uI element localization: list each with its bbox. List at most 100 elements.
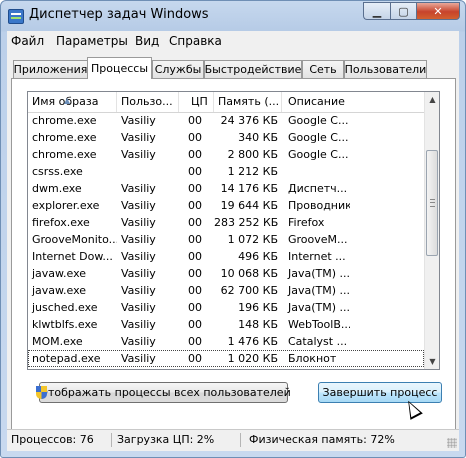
column-header-description[interactable]: Описание <box>282 92 424 112</box>
close-button[interactable]: ✕ <box>416 2 460 20</box>
status-separator <box>111 433 112 447</box>
tab-network[interactable]: Сеть <box>302 60 344 78</box>
cell-description: Catalyst ... <box>288 335 348 348</box>
column-header-memory[interactable]: Память (... <box>214 92 282 112</box>
scrollbar-thumb[interactable] <box>426 150 438 256</box>
cell-image-name: javaw.exe <box>32 267 87 280</box>
scroll-up-button[interactable]: ▲ <box>425 92 439 107</box>
table-row[interactable]: firefox.exe Vasiliy 00 283 252 КБ Firefox <box>28 214 424 231</box>
column-header-name[interactable]: ▲ Имя образа <box>28 92 117 112</box>
cell-memory: 283 252 КБ <box>214 216 279 229</box>
tab-strip: Приложения Процессы Службы Быстродействи… <box>7 57 459 79</box>
minimize-button[interactable]: ▁ <box>363 2 390 20</box>
cell-description: Google C... <box>288 131 349 144</box>
table-row[interactable]: csrss.exe 00 1 212 КБ <box>28 163 424 180</box>
cell-user: Vasiliy <box>121 233 156 246</box>
cell-memory: 196 КБ <box>238 301 278 314</box>
cell-memory: 1 212 КБ <box>227 165 278 178</box>
table-row[interactable]: javaw.exe Vasiliy 00 10 068 КБ Java(TM) ... <box>28 265 424 282</box>
tab-users[interactable]: Пользователи <box>344 60 427 78</box>
table-row[interactable]: explorer.exe Vasiliy 00 19 644 КБ Проводник <box>28 197 424 214</box>
cell-image-name: MOM.exe <box>32 335 83 348</box>
tab-services[interactable]: Службы <box>152 60 204 78</box>
cell-cpu: 00 <box>188 182 202 195</box>
maximize-icon: ▢ <box>398 4 409 18</box>
cell-image-name: csrss.exe <box>32 165 83 178</box>
cell-description: Google C... <box>288 114 349 127</box>
title-bar[interactable]: Диспетчер задач Windows ▁ ▢ ✕ <box>1 1 465 31</box>
process-list[interactable]: ▲ Имя образа Пользо... ЦП Память (... Оп… <box>27 91 440 370</box>
cell-user: Vasiliy <box>121 318 156 331</box>
cell-description: GrooveM... <box>288 233 348 246</box>
table-row[interactable]: chrome.exe Vasiliy 00 24 376 КБ Google C... <box>28 112 424 129</box>
cell-description: Firefox <box>288 216 325 229</box>
menu-bar: Файл Параметры Вид Справка <box>7 31 459 51</box>
task-manager-window: Диспетчер задач Windows ▁ ▢ ✕ Файл Парам… <box>0 0 466 458</box>
table-row[interactable]: klwtblfs.exe Vasiliy 00 148 КБ WebToolB... <box>28 316 424 333</box>
maximize-button[interactable]: ▢ <box>390 2 416 20</box>
cell-memory: 1 020 КБ <box>227 352 278 365</box>
processes-panel: ▲ Имя образа Пользо... ЦП Память (... Оп… <box>11 78 456 438</box>
cell-cpu: 00 <box>188 165 202 178</box>
vertical-scrollbar[interactable]: ▲ ▼ <box>424 92 439 369</box>
grip-icon <box>430 199 435 207</box>
status-bar: Процессов: 76 Загрузка ЦП: 2% Физическая… <box>7 429 459 450</box>
sort-ascending-icon: ▲ <box>64 96 71 105</box>
resize-grip-icon[interactable] <box>447 438 457 448</box>
cell-cpu: 00 <box>188 216 202 229</box>
cell-user: Vasiliy <box>121 250 156 263</box>
scroll-down-button[interactable]: ▼ <box>425 354 439 369</box>
cell-image-name: dwm.exe <box>32 182 82 195</box>
cell-memory: 62 700 КБ <box>220 284 278 297</box>
table-row[interactable]: chrome.exe Vasiliy 00 340 КБ Google C... <box>28 129 424 146</box>
column-header-user[interactable]: Пользо... <box>117 92 179 112</box>
menu-view[interactable]: Вид <box>135 34 159 48</box>
cell-memory: 24 376 КБ <box>220 114 278 127</box>
cell-memory: 14 176 КБ <box>220 182 278 195</box>
cell-memory: 1 072 КБ <box>227 233 278 246</box>
cell-user: Vasiliy <box>121 216 156 229</box>
cell-user: Vasiliy <box>121 301 156 314</box>
end-process-button[interactable]: Завершить процесс <box>318 382 442 403</box>
cell-description: Java(TM) ... <box>288 301 350 314</box>
cell-memory: 19 644 КБ <box>220 199 278 212</box>
cell-image-name: klwtblfs.exe <box>32 318 98 331</box>
tab-processes[interactable]: Процессы <box>87 57 152 79</box>
table-row[interactable]: MOM.exe Vasiliy 00 1 476 КБ Catalyst ... <box>28 333 424 350</box>
cell-image-name: firefox.exe <box>32 216 90 229</box>
menu-help[interactable]: Справка <box>169 34 222 48</box>
cell-user: Vasiliy <box>121 182 156 195</box>
cell-memory: 2 800 КБ <box>227 148 278 161</box>
tab-applications[interactable]: Приложения <box>13 60 88 78</box>
cell-description: Google C... <box>288 148 349 161</box>
table-row[interactable]: chrome.exe Vasiliy 00 2 800 КБ Google C... <box>28 146 424 163</box>
table-row[interactable]: Internet Dow... Vasiliy 00 496 КБ Internet .… <box>28 248 424 265</box>
cell-image-name: Internet Dow... <box>32 250 113 263</box>
table-row[interactable]: notepad.exe Vasiliy 00 1 020 КБ Блокнот <box>28 350 424 367</box>
menu-options[interactable]: Параметры <box>56 34 128 48</box>
cell-cpu: 00 <box>188 301 202 314</box>
cell-image-name: chrome.exe <box>32 131 97 144</box>
tab-performance[interactable]: Быстродействие <box>204 60 302 78</box>
list-header: ▲ Имя образа Пользо... ЦП Память (... Оп… <box>28 92 424 113</box>
close-icon: ✕ <box>433 4 443 18</box>
arrow-up-icon: ▲ <box>429 95 436 104</box>
table-row[interactable]: dwm.exe Vasiliy 00 14 176 КБ Диспетч... <box>28 180 424 197</box>
end-process-label: Завершить процесс <box>322 386 438 399</box>
cell-cpu: 00 <box>188 284 202 297</box>
menu-file[interactable]: Файл <box>11 34 44 48</box>
cell-user: Vasiliy <box>121 352 156 365</box>
cell-image-name: GrooveMonito... <box>32 233 117 246</box>
cell-cpu: 00 <box>188 250 202 263</box>
cell-description: Блокнот <box>288 352 337 365</box>
show-all-users-processes-button[interactable]: Отображать процессы всех пользователей <box>36 382 291 403</box>
cell-user <box>117 163 179 180</box>
column-header-cpu[interactable]: ЦП <box>179 92 214 112</box>
status-processes: Процессов: 76 <box>11 433 94 446</box>
table-row[interactable]: jusched.exe Vasiliy 00 196 КБ Java(TM) ... <box>28 299 424 316</box>
process-rows: chrome.exe Vasiliy 00 24 376 КБ Google C... c… <box>28 112 424 367</box>
cell-cpu: 00 <box>188 352 202 365</box>
cell-cpu: 00 <box>188 199 202 212</box>
table-row[interactable]: GrooveMonito... Vasiliy 00 1 072 КБ GrooveM.… <box>28 231 424 248</box>
table-row[interactable]: javaw.exe Vasiliy 00 62 700 КБ Java(TM) ... <box>28 282 424 299</box>
